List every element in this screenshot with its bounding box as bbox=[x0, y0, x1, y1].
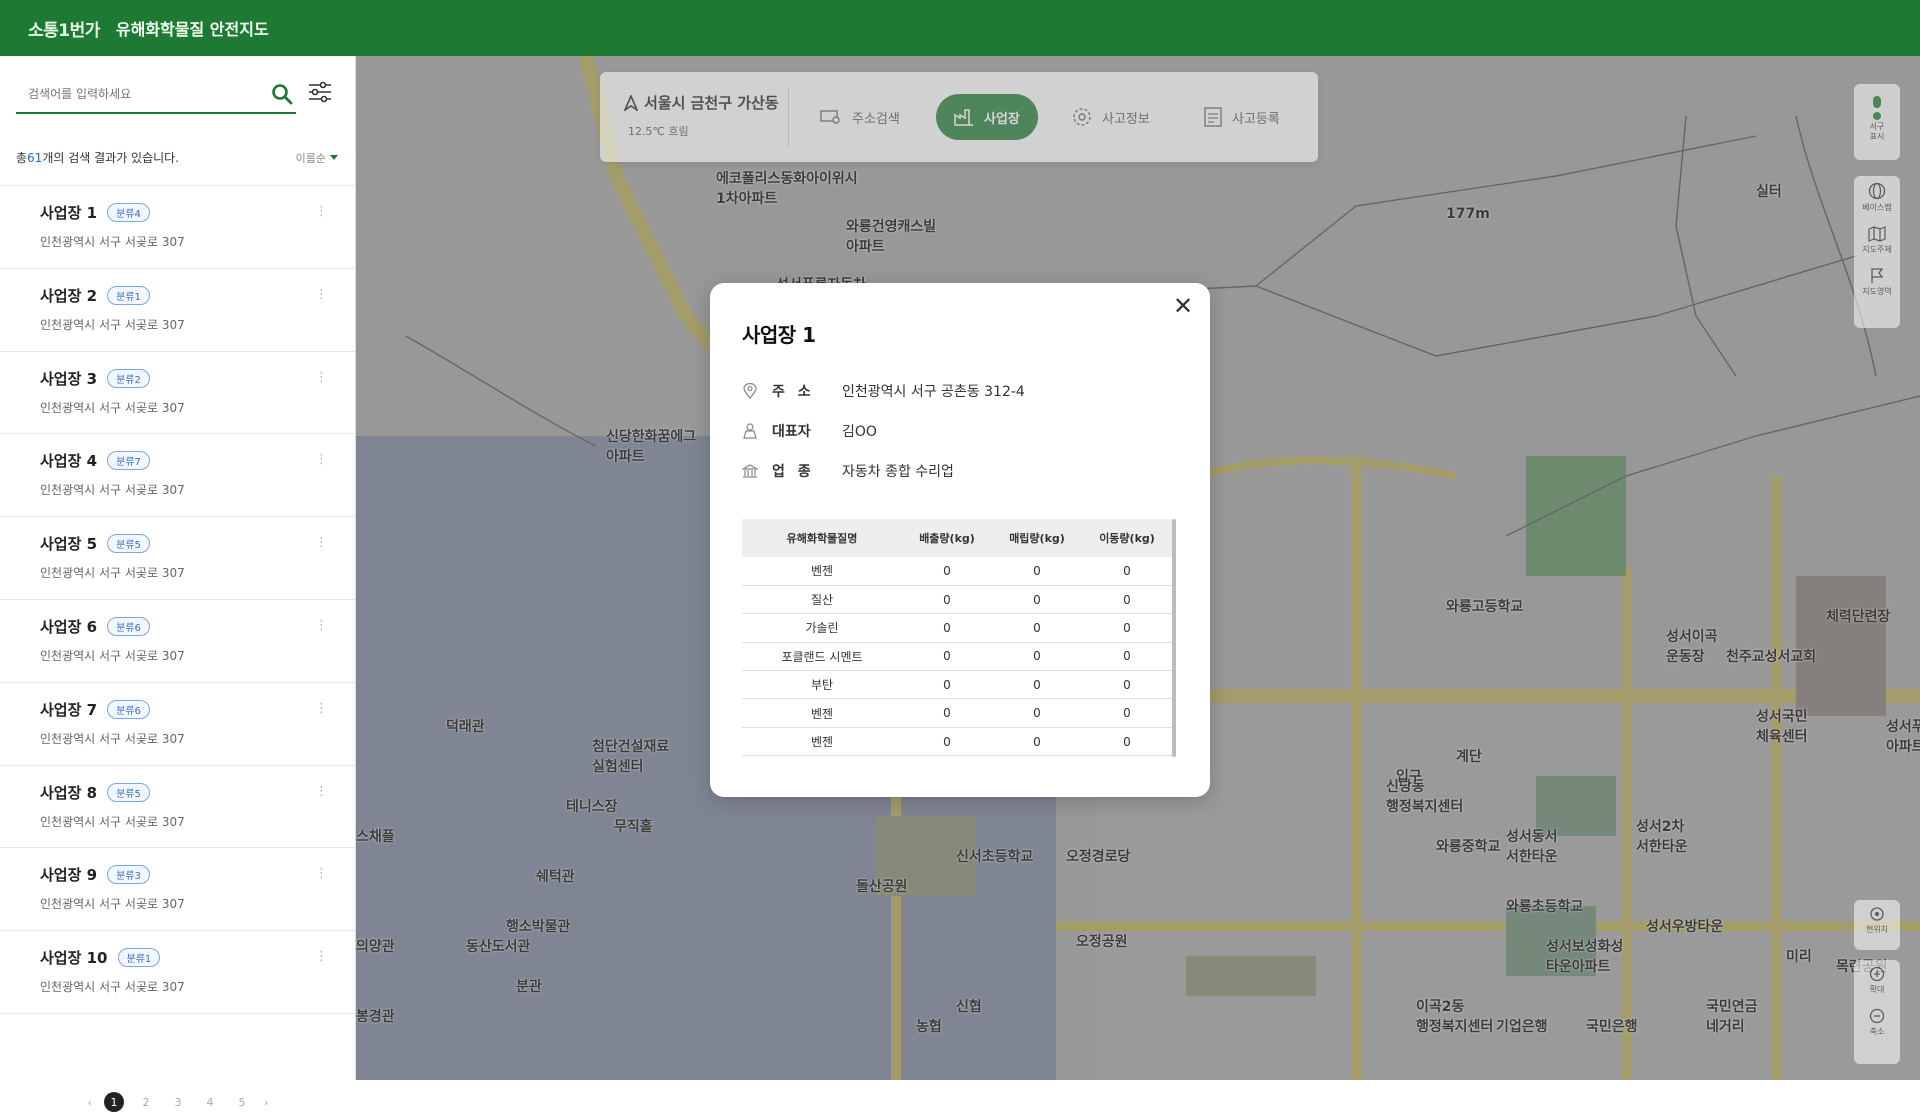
table-cell: 0 bbox=[902, 698, 992, 728]
page-1[interactable]: 1 bbox=[104, 1092, 124, 1112]
table-cell: 0 bbox=[992, 642, 1082, 672]
business-detail-modal: ✕ 사업장 1 주 소 인천광역시 서구 공촌동 312-4 대표자 김OO 업… bbox=[710, 283, 1210, 797]
table-cell: 0 bbox=[1082, 670, 1172, 700]
table-cell: 벤젠 bbox=[742, 557, 902, 586]
ceo-row: 대표자 김OO bbox=[742, 421, 1182, 441]
table-row: 가솔린 0 0 0 bbox=[742, 613, 1172, 643]
table-cell: 포클랜드 시멘트 bbox=[742, 642, 902, 672]
table-cell: 0 bbox=[902, 585, 992, 615]
location-pin-icon bbox=[742, 383, 758, 399]
table-cell: 부탄 bbox=[742, 670, 902, 700]
col-header-landfill: 매립량(kg) bbox=[992, 519, 1082, 557]
table-cell: 0 bbox=[902, 557, 992, 586]
chemical-table: 유해화학물질명 배출량(kg) 매립량(kg) 이동량(kg) 벤젠 0 0 0 질산 0… bbox=[742, 519, 1172, 757]
ceo-label: 대표자 bbox=[772, 424, 811, 440]
page-4[interactable]: 4 bbox=[200, 1092, 220, 1112]
table-cell: 0 bbox=[902, 670, 992, 700]
modal-title: 사업장 1 bbox=[742, 323, 816, 347]
table-header-row: 유해화학물질명 배출량(kg) 매립량(kg) 이동량(kg) bbox=[742, 519, 1172, 557]
table-cell: 0 bbox=[992, 585, 1082, 615]
building-icon bbox=[742, 463, 758, 479]
table-cell: 0 bbox=[902, 642, 992, 672]
industry-row: 업 종 자동차 종합 수리업 bbox=[742, 461, 1182, 481]
next-page-button[interactable]: › bbox=[264, 1096, 268, 1109]
industry-label: 업 종 bbox=[772, 464, 815, 480]
table-cell: 0 bbox=[1082, 613, 1172, 643]
table-cell: 벤젠 bbox=[742, 698, 902, 728]
table-cell: 가솔린 bbox=[742, 613, 902, 643]
table-cell: 0 bbox=[992, 698, 1082, 728]
table-row: 포클랜드 시멘트 0 0 0 bbox=[742, 642, 1172, 672]
table-cell: 0 bbox=[1082, 727, 1172, 757]
table-cell: 0 bbox=[1082, 557, 1172, 586]
page-3[interactable]: 3 bbox=[168, 1092, 188, 1112]
table-row: 부탄 0 0 0 bbox=[742, 670, 1172, 700]
table-cell: 0 bbox=[992, 613, 1082, 643]
prev-page-button[interactable]: ‹ bbox=[88, 1096, 92, 1109]
close-icon[interactable]: ✕ bbox=[1170, 292, 1196, 320]
table-row: 벤젠 0 0 0 bbox=[742, 727, 1172, 757]
table-row: 벤젠 0 0 0 bbox=[742, 698, 1172, 728]
table-row: 질산 0 0 0 bbox=[742, 585, 1172, 615]
address-row: 주 소 인천광역시 서구 공촌동 312-4 bbox=[742, 381, 1182, 401]
col-header-name: 유해화학물질명 bbox=[742, 519, 902, 557]
table-cell: 0 bbox=[1082, 698, 1172, 728]
address-value: 인천광역시 서구 공촌동 312-4 bbox=[842, 384, 1025, 400]
table-cell: 0 bbox=[992, 557, 1082, 586]
person-icon bbox=[742, 423, 758, 439]
industry-value: 자동차 종합 수리업 bbox=[842, 464, 954, 480]
table-cell: 0 bbox=[902, 613, 992, 643]
table-cell: 0 bbox=[1082, 642, 1172, 672]
table-cell: 0 bbox=[992, 727, 1082, 757]
page-5[interactable]: 5 bbox=[232, 1092, 252, 1112]
table-cell: 0 bbox=[1082, 585, 1172, 615]
col-header-transfer: 이동량(kg) bbox=[1082, 519, 1172, 557]
pagination: ‹ 1 2 3 4 5 › bbox=[0, 1092, 356, 1112]
address-label: 주 소 bbox=[772, 384, 815, 400]
table-row: 벤젠 0 0 0 bbox=[742, 557, 1172, 586]
table-scrollbar[interactable] bbox=[1172, 519, 1176, 757]
table-cell: 0 bbox=[992, 670, 1082, 700]
table-cell: 벤젠 bbox=[742, 727, 902, 757]
page-2[interactable]: 2 bbox=[136, 1092, 156, 1112]
table-cell: 질산 bbox=[742, 585, 902, 615]
ceo-value: 김OO bbox=[842, 424, 877, 440]
chemical-table-container[interactable]: 유해화학물질명 배출량(kg) 매립량(kg) 이동량(kg) 벤젠 0 0 0 질산 0… bbox=[742, 519, 1176, 757]
col-header-emission: 배출량(kg) bbox=[902, 519, 992, 557]
table-cell: 0 bbox=[902, 727, 992, 757]
